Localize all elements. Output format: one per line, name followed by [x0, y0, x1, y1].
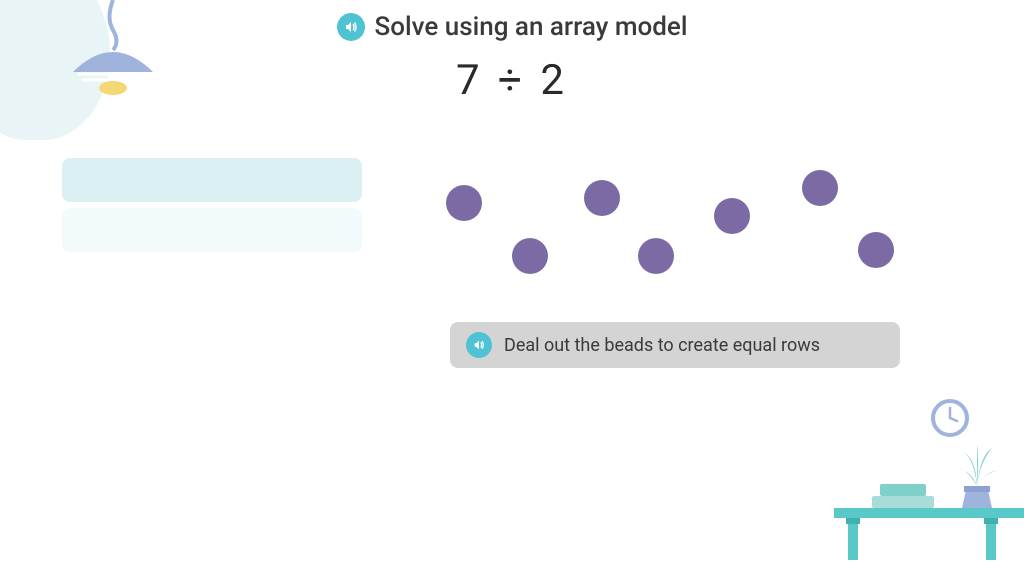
instruction-text: Deal out the beads to create equal rows [504, 335, 820, 356]
bead-area [430, 170, 910, 300]
bead[interactable] [714, 198, 750, 234]
bead[interactable] [802, 170, 838, 206]
speaker-icon [472, 338, 486, 352]
division-expression: 7 ÷ 2 [0, 56, 1024, 105]
audio-play-instruction-button[interactable] [466, 332, 492, 358]
bead[interactable] [858, 232, 894, 268]
speaker-icon [343, 19, 359, 35]
title-row: Solve using an array model [0, 12, 1024, 42]
bead[interactable] [638, 238, 674, 274]
row-slot[interactable] [62, 208, 362, 252]
bead[interactable] [584, 180, 620, 216]
decor-desk [824, 430, 1024, 560]
instruction-bar: Deal out the beads to create equal rows [450, 322, 900, 368]
row-targets [62, 158, 362, 258]
audio-play-title-button[interactable] [337, 13, 365, 41]
bead[interactable] [512, 238, 548, 274]
bead[interactable] [446, 185, 482, 221]
row-slot[interactable] [62, 158, 362, 202]
page-title: Solve using an array model [375, 12, 688, 42]
